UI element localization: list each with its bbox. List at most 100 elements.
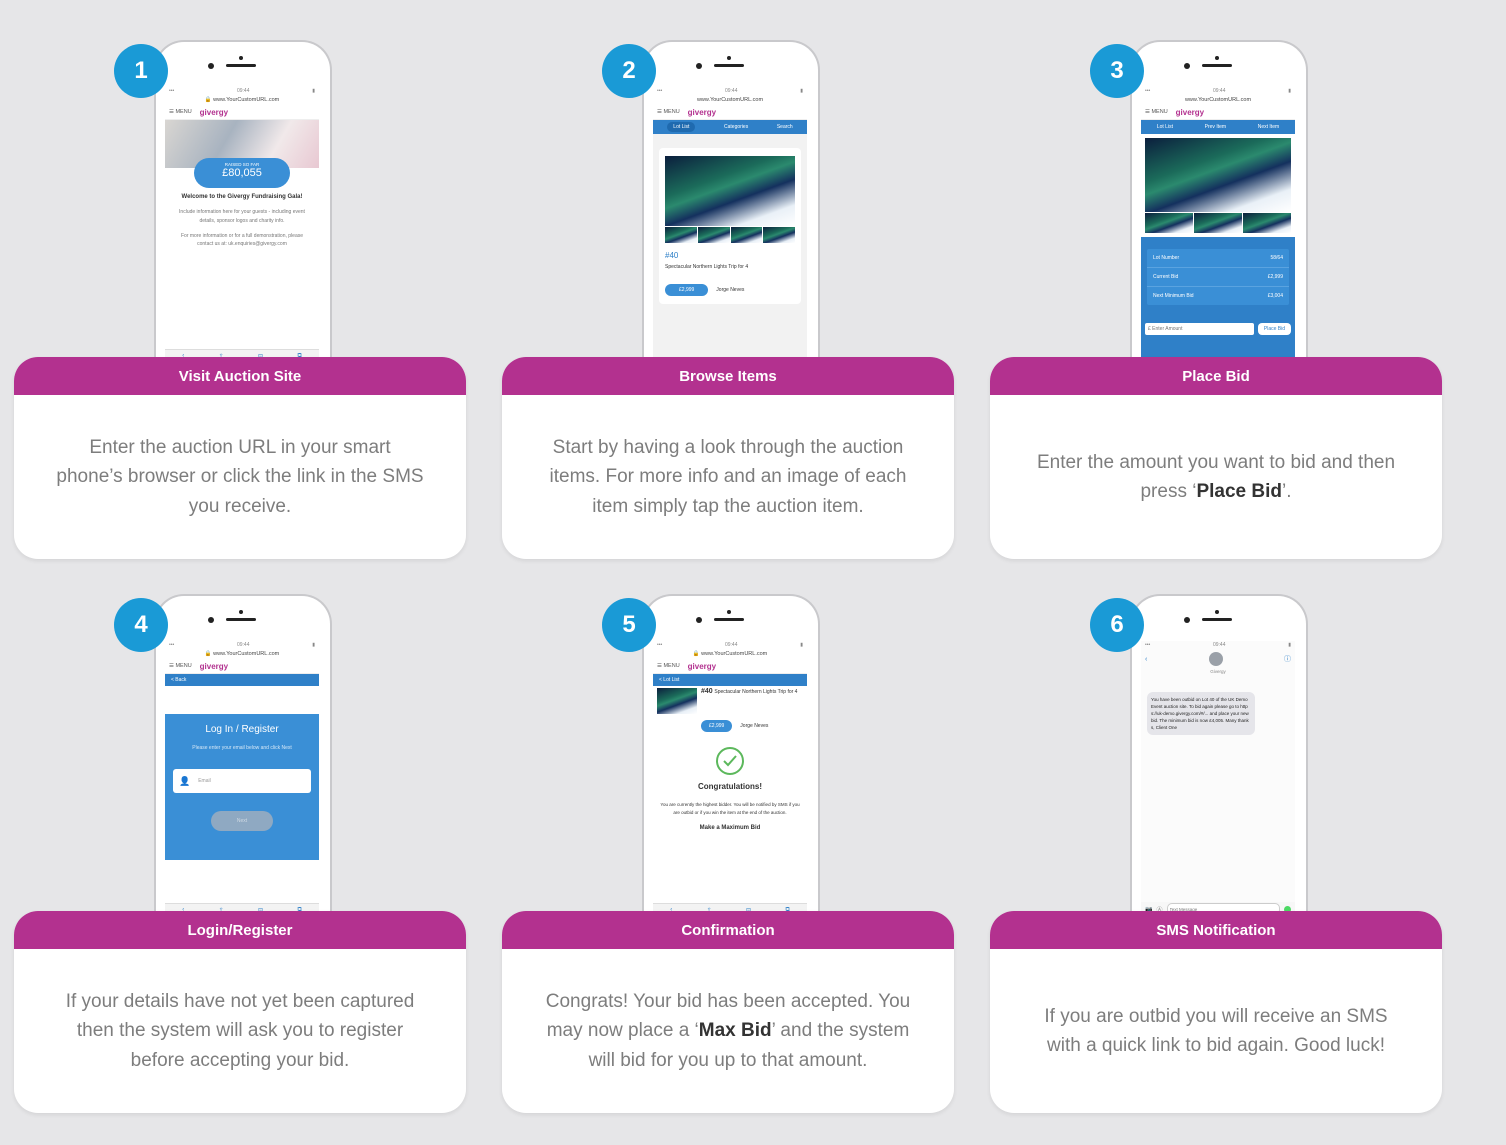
camera-icon — [239, 56, 243, 60]
status-bar: ••• 09:44 ▮ — [657, 642, 803, 648]
menu-icon[interactable]: ☰ MENU — [169, 663, 192, 669]
app-header: ☰ MENU givergy — [653, 105, 807, 120]
menu-icon[interactable]: ☰ MENU — [657, 109, 680, 115]
sensor-icon — [208, 63, 214, 69]
phone-screen: ••• 09:44 ▮ 🔒 www.YourCustomURL.com ☰ MENU… — [653, 641, 807, 914]
phone-mockup: ••• 09:44 ▮ 🔒 www.YourCustomURL.com ☰ MENU… — [642, 594, 820, 914]
login-heading: Log In / Register — [205, 724, 279, 735]
camera-icon — [727, 56, 731, 60]
phone-mockup: ••• 09:44 ▮ www.YourCustomURL.com ☰ MENU g… — [1130, 40, 1308, 360]
sensor-icon — [208, 617, 214, 623]
sensor-icon — [696, 617, 702, 623]
url-bar[interactable]: 🔒 www.YourCustomURL.com — [165, 649, 319, 659]
back-icon[interactable]: ‹ — [1145, 656, 1147, 663]
status-bar: ••• 09:44 ▮ — [1141, 87, 1295, 95]
step-title: SMS Notification — [990, 911, 1442, 949]
contact-avatar — [1208, 652, 1223, 666]
step-1: ••• 09:44 ▮ 🔒 www.YourCustomURL.com ☰ MENU… — [14, 40, 466, 559]
speaker-icon — [226, 64, 256, 67]
nav-tabs: Lot List Prev Item Next Item — [1141, 120, 1295, 134]
lot-number: #40 — [665, 251, 679, 260]
url-bar[interactable]: 🔒 www.YourCustomURL.com — [653, 649, 807, 659]
sensor-icon — [1184, 63, 1190, 69]
item-image — [1145, 138, 1291, 212]
step-description: Enter the amount you want to bid and the… — [1036, 451, 1396, 503]
check-circle-icon — [715, 746, 745, 776]
step-card: Confirmation Congrats! Your bid has been… — [502, 911, 954, 1113]
nav-tabs: Lot List Categories Search — [653, 120, 807, 134]
step-card: SMS Notification If you are outbid you w… — [990, 911, 1442, 1113]
email-field[interactable]: 👤 Email — [173, 769, 311, 793]
phone-screen: ••• 09:44 ▮ 🔒 www.YourCustomURL.com ☰ MENU… — [165, 87, 319, 360]
welcome-info: Include information here for your guests… — [179, 209, 305, 224]
tab-lot-list[interactable]: Lot List — [667, 122, 696, 132]
url-bar[interactable]: 🔒 www.YourCustomURL.com — [165, 95, 319, 105]
step-description: If you are outbid you will receive an SM… — [1044, 1005, 1388, 1057]
speaker-icon — [1202, 64, 1232, 67]
step-description: If your details have not yet been captur… — [65, 990, 415, 1071]
step-title: Login/Register — [14, 911, 466, 949]
next-button[interactable]: Next — [211, 811, 273, 831]
app-header: ☰ MENU givergy — [1141, 105, 1295, 120]
bid-row: Lot Number 58/64 — [1147, 249, 1289, 268]
step-number-badge: 6 — [1090, 598, 1144, 652]
app-header: ☰ MENU givergy — [165, 659, 319, 674]
bid-amount-input[interactable] — [1145, 323, 1254, 335]
page: { "colors": {"accent":"#b3318f","badge":… — [0, 0, 1506, 1145]
price-pill[interactable]: £2,999 — [665, 284, 709, 296]
congrats-heading: Congratulations! — [698, 782, 762, 791]
status-bar: ••• 09:44 ▮ — [169, 642, 315, 648]
place-bid-button[interactable]: Place Bid — [1257, 323, 1291, 335]
step-card: Place Bid Enter the amount you want to b… — [990, 357, 1442, 559]
price-pill[interactable]: £2,999 — [701, 720, 733, 732]
bid-row: Current Bid £2,999 — [1147, 268, 1289, 287]
item-thumbnail — [657, 688, 697, 714]
sms-bubble: You have been outbid on Lot 40 of the UK… — [1147, 692, 1255, 735]
step-6: ••• 09:44 ▮ ‹ ⓘ Givergy You have been outb… — [990, 594, 1442, 1113]
tab-lot-list[interactable]: Lot List — [1157, 124, 1173, 130]
step-card: Login/Register If your details have not … — [14, 911, 466, 1113]
url-bar[interactable]: www.YourCustomURL.com — [1141, 95, 1295, 105]
step-5: ••• 09:44 ▮ 🔒 www.YourCustomURL.com ☰ MENU… — [502, 594, 954, 1113]
step-description: Enter the auction URL in your smart phon… — [56, 436, 424, 517]
givergy-logo: givergy — [687, 107, 717, 117]
menu-icon[interactable]: ☰ MENU — [1145, 109, 1168, 115]
contact-info: For more information or for a full demon… — [181, 233, 303, 247]
step-4: ••• 09:44 ▮ 🔒 www.YourCustomURL.com ☰ MENU… — [14, 594, 466, 1113]
tab-search[interactable]: Search — [777, 124, 793, 130]
max-bid-heading[interactable]: Make a Maximum Bid — [653, 825, 807, 831]
back-bar[interactable]: < Lot List — [653, 674, 807, 686]
speaker-icon — [1202, 618, 1232, 621]
step-number-badge: 5 — [602, 598, 656, 652]
phone-screen: ••• 09:44 ▮ www.YourCustomURL.com ☰ MENU g… — [653, 87, 807, 360]
menu-icon[interactable]: ☰ MENU — [169, 109, 192, 115]
url-bar[interactable]: www.YourCustomURL.com — [653, 95, 807, 105]
phone-screen: ••• 09:44 ▮ 🔒 www.YourCustomURL.com ☰ MENU… — [165, 641, 319, 914]
step-card: Visit Auction Site Enter the auction URL… — [14, 357, 466, 559]
phone-mockup: ••• 09:44 ▮ ‹ ⓘ Givergy You have been outb… — [1130, 594, 1308, 914]
camera-icon — [1215, 56, 1219, 60]
item-card[interactable]: #40 Spectacular Northern Lights Trip for… — [659, 148, 801, 304]
item-image — [665, 156, 795, 226]
tab-next-item[interactable]: Next Item — [1258, 124, 1279, 130]
tab-prev-item[interactable]: Prev Item — [1205, 124, 1226, 130]
camera-icon — [239, 610, 243, 614]
phone-screen: ••• 09:44 ▮ ‹ ⓘ Givergy You have been outb… — [1141, 641, 1295, 914]
item-name: Spectacular Northern Lights Trip for 4 — [665, 264, 749, 270]
bidder-name: Jorge Neves — [716, 287, 745, 293]
step-title: Visit Auction Site — [14, 357, 466, 395]
status-bar: ••• 09:44 ▮ — [169, 88, 315, 94]
menu-icon[interactable]: ☰ MENU — [657, 663, 680, 669]
step-description: Start by having a look through the aucti… — [549, 436, 907, 517]
info-icon[interactable]: ⓘ — [1284, 654, 1291, 664]
back-bar[interactable]: < Back — [165, 674, 319, 686]
givergy-logo: givergy — [199, 661, 229, 671]
givergy-logo: givergy — [687, 661, 717, 671]
step-3: ••• 09:44 ▮ www.YourCustomURL.com ☰ MENU g… — [990, 40, 1442, 559]
step-number-badge: 1 — [114, 44, 168, 98]
congrats-message: You are currently the highest bidder. Yo… — [660, 802, 800, 815]
step-number-badge: 3 — [1090, 44, 1144, 98]
phone-mockup: ••• 09:44 ▮ 🔒 www.YourCustomURL.com ☰ MENU… — [154, 594, 332, 914]
step-number-badge: 2 — [602, 44, 656, 98]
tab-categories[interactable]: Categories — [724, 124, 748, 130]
